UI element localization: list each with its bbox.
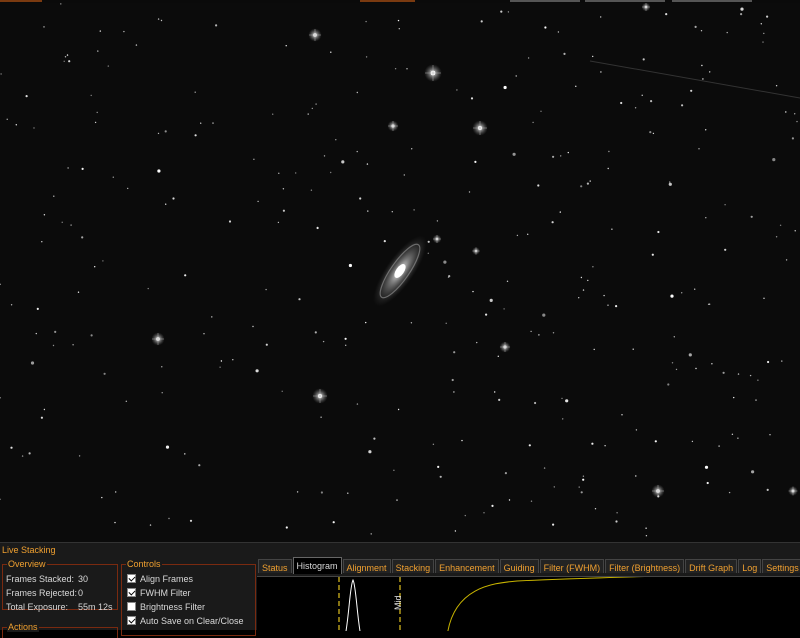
fwhm-filter-checkbox[interactable] <box>127 588 136 597</box>
toolbar-segment <box>672 0 752 2</box>
frames-stacked-label: Frames Stacked: <box>6 574 75 584</box>
controls-group: Controls Align Frames FWHM Filter Bright… <box>121 559 256 636</box>
tab-filter-brightness[interactable]: Filter (Brightness) <box>605 559 685 573</box>
galaxy <box>373 235 427 307</box>
actions-label: Actions <box>7 622 39 632</box>
mid-marker-label: Mid <box>393 595 403 610</box>
tab-stacking[interactable]: Stacking <box>391 559 435 573</box>
auto-save-checkbox[interactable] <box>127 616 136 625</box>
tab-drift-graph[interactable]: Drift Graph <box>685 559 738 573</box>
total-exposure-value: 55m 12s <box>78 602 113 612</box>
histogram-view: Mid <box>257 576 800 631</box>
auto-save-label: Auto Save on Clear/Close <box>140 615 244 626</box>
align-frames-checkbox[interactable] <box>127 574 136 583</box>
tab-guiding[interactable]: Guiding <box>499 559 539 573</box>
brightness-filter-option[interactable]: Brightness Filter <box>127 601 205 612</box>
toolbar-segment <box>360 0 415 2</box>
live-stacking-panel: Live Stacking Overview Frames Stacked: 3… <box>0 542 800 638</box>
tab-enhancement[interactable]: Enhancement <box>435 559 499 573</box>
overview-label: Overview <box>7 559 47 569</box>
stretch-curve <box>447 577 645 631</box>
stacked-image-view[interactable] <box>0 3 800 542</box>
frames-rejected-label: Frames Rejected: <box>6 588 78 598</box>
fwhm-filter-label: FWHM Filter <box>140 587 191 598</box>
align-frames-option[interactable]: Align Frames <box>127 573 193 584</box>
tab-status[interactable]: Status <box>258 559 292 573</box>
frames-rejected-row: Frames Rejected: 0 <box>6 588 83 598</box>
tab-filter-fwhm[interactable]: Filter (FWHM) <box>539 559 605 573</box>
histogram-plot: Mid <box>338 577 645 631</box>
toolbar-segment <box>510 0 580 2</box>
total-exposure-row: Total Exposure: 55m 12s <box>6 602 113 612</box>
star-field-image <box>0 3 800 537</box>
satellite-trail <box>589 60 800 99</box>
overview-group: Overview Frames Stacked: 30 Frames Rejec… <box>2 559 118 612</box>
controls-label: Controls <box>126 559 162 569</box>
toolbar-segment <box>0 0 42 2</box>
frames-stacked-value: 30 <box>78 574 89 584</box>
tab-strip: Status Histogram Alignment Stacking Enhancem… <box>258 557 800 576</box>
frames-rejected-value: 0 <box>78 588 84 598</box>
histogram-peak <box>345 579 361 631</box>
align-frames-label: Align Frames <box>140 573 194 584</box>
tab-log[interactable]: Log <box>738 559 762 573</box>
frames-stacked-row: Frames Stacked: 30 <box>6 574 88 584</box>
total-exposure-label: Total Exposure: <box>6 602 69 612</box>
brightness-filter-checkbox[interactable] <box>127 602 136 611</box>
tab-alignment[interactable]: Alignment <box>342 559 391 573</box>
tab-settings[interactable]: Settings <box>762 559 800 573</box>
tab-histogram[interactable]: Histogram <box>292 557 342 574</box>
toolbar-segment <box>585 0 665 2</box>
brightness-filter-label: Brightness Filter <box>140 601 206 612</box>
panel-title: Live Stacking <box>2 545 56 555</box>
auto-save-option[interactable]: Auto Save on Clear/Close <box>127 615 244 626</box>
fwhm-filter-option[interactable]: FWHM Filter <box>127 587 191 598</box>
